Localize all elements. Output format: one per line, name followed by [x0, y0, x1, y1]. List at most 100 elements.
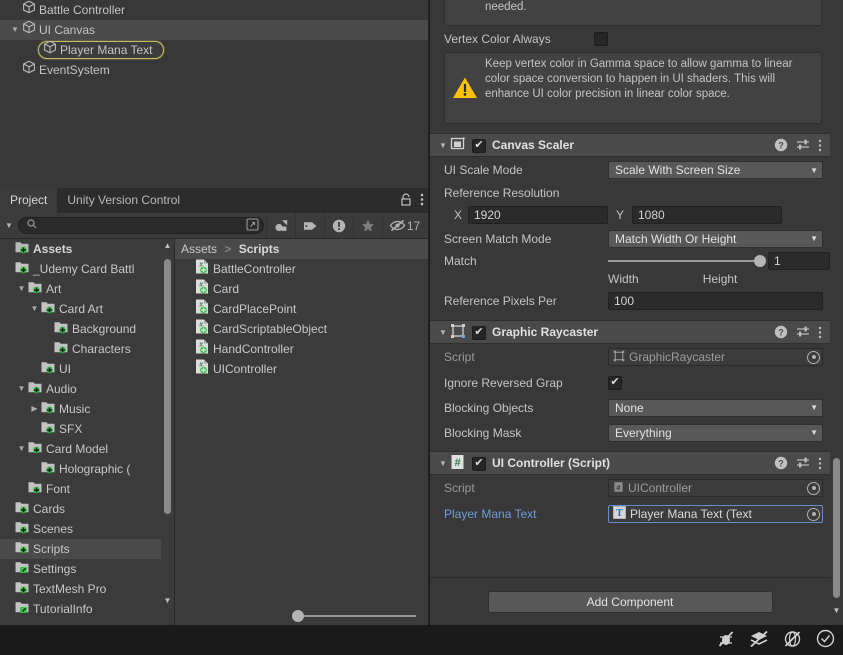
open-in-new-icon[interactable] [246, 217, 259, 234]
tree-foldout[interactable]: ▶ [28, 399, 41, 419]
ref-res-y-field[interactable]: 1080 [632, 206, 782, 224]
file-row[interactable]: # BattleController [175, 259, 428, 279]
scrollbar-thumb[interactable] [833, 458, 840, 598]
kebab-menu-icon[interactable] [818, 457, 822, 470]
tree-foldout[interactable]: ▼ [15, 379, 28, 399]
tree-row[interactable]: Assets [0, 239, 174, 259]
slider-track[interactable] [292, 610, 416, 622]
tree-row[interactable]: TextMesh Pro [0, 579, 174, 599]
hierarchy-row[interactable]: Player Mana Text [0, 40, 428, 60]
player-mana-text-field[interactable]: T Player Mana Text (Text [608, 505, 823, 523]
screen-match-mode-dropdown[interactable]: Match Width Or Height ▼ [608, 229, 823, 248]
tab-unity-version-control[interactable]: Unity Version Control [57, 188, 190, 213]
hierarchy-selected-item[interactable]: Player Mana Text [38, 40, 164, 59]
tree-row[interactable]: _Udemy Card Battl [0, 259, 174, 279]
tree-row[interactable]: Scenes [0, 519, 174, 539]
add-component-button[interactable]: Add Component [487, 590, 773, 613]
help-icon[interactable]: ? [774, 456, 788, 470]
tree-row[interactable]: ▼ Audio [0, 379, 174, 399]
checkmark-circle-icon[interactable] [816, 629, 835, 651]
hidden-items-toggle[interactable]: 17 [382, 212, 426, 239]
preset-icon[interactable] [796, 325, 810, 339]
tree-row[interactable]: Cards [0, 499, 174, 519]
raycaster-script-field[interactable]: GraphicRaycaster [608, 348, 823, 366]
file-row[interactable]: # CardPlacePoint [175, 299, 428, 319]
tree-row[interactable]: Font [0, 479, 174, 499]
search-field[interactable] [18, 217, 264, 234]
file-row[interactable]: # HandController [175, 339, 428, 359]
ref-res-x-field[interactable]: 1920 [468, 206, 608, 224]
kebab-menu-icon[interactable] [818, 326, 822, 339]
graphic-raycaster-foldout[interactable]: ▼ [436, 328, 450, 337]
ui-scale-mode-dropdown[interactable]: Scale With Screen Size ▼ [608, 161, 823, 179]
tree-scrollbar[interactable]: ▲ ▼ [161, 239, 174, 625]
tree-row[interactable]: ▼ Card Art [0, 299, 174, 319]
tree-row[interactable]: UI [0, 359, 174, 379]
player-mana-text-label[interactable]: Player Mana Text [444, 507, 608, 521]
tab-project[interactable]: Project [0, 188, 58, 213]
layers-muted-icon[interactable] [749, 630, 769, 651]
object-picker-icon[interactable] [807, 507, 820, 521]
tree-row[interactable]: Scripts [0, 539, 174, 559]
tree-row[interactable]: ▶ Music [0, 399, 174, 419]
file-row[interactable]: # Card [175, 279, 428, 299]
graphic-raycaster-enabled-checkbox[interactable]: ✔ [472, 325, 486, 340]
match-slider[interactable] [608, 254, 766, 268]
tree-row[interactable]: Holographic ( [0, 459, 174, 479]
tree-row[interactable]: Characters [0, 339, 174, 359]
ui-controller-enabled-checkbox[interactable]: ✔ [472, 456, 486, 471]
breadcrumb-root[interactable]: Assets [181, 242, 217, 256]
inspector-scrollbar[interactable]: ▼ [830, 0, 843, 625]
tree-foldout[interactable]: ▼ [15, 279, 28, 299]
file-row[interactable]: # UIController [175, 359, 428, 379]
filter-by-label-icon[interactable] [295, 212, 324, 239]
object-picker-icon[interactable] [807, 350, 820, 364]
hierarchy-row[interactable]: ▼ UI Canvas [0, 20, 428, 40]
tree-foldout[interactable]: ▼ [15, 439, 28, 459]
ignore-reversed-graphics-checkbox[interactable]: ✔ [608, 375, 622, 390]
blocking-mask-dropdown[interactable]: Everything ▼ [608, 423, 823, 442]
tree-row[interactable]: TutorialInfo [0, 599, 174, 619]
scroll-down-icon[interactable]: ▼ [830, 604, 843, 617]
hierarchy-foldout[interactable]: ▼ [8, 20, 22, 40]
hierarchy-row[interactable]: EventSystem [0, 60, 428, 80]
tree-row[interactable]: SFX [0, 419, 174, 439]
filter-by-type-icon[interactable] [266, 212, 295, 239]
collab-bug-muted-icon[interactable] [717, 630, 735, 651]
match-slider-knob[interactable] [754, 255, 766, 267]
tree-row[interactable]: Background [0, 319, 174, 339]
vertex-color-always-checkbox[interactable] [594, 32, 608, 46]
thumbnail-size-slider[interactable] [175, 607, 428, 625]
canvas-scaler-header[interactable]: ▼ ✔ Canvas Scaler ? [430, 133, 830, 157]
scroll-down-icon[interactable]: ▼ [161, 594, 174, 607]
scrollbar-thumb[interactable] [164, 259, 171, 514]
blocking-objects-dropdown[interactable]: None ▼ [608, 398, 823, 417]
slider-knob[interactable] [292, 610, 304, 622]
reference-pixels-field[interactable]: 100 [608, 292, 823, 310]
canvas-scaler-foldout[interactable]: ▼ [436, 141, 450, 150]
preset-icon[interactable] [796, 456, 810, 470]
ui-controller-header[interactable]: ▼ # ✔ UI Controller (Script) ? [430, 451, 830, 475]
search-input[interactable] [37, 219, 246, 232]
no-sound-icon[interactable] [783, 630, 802, 651]
ui-controller-foldout[interactable]: ▼ [436, 459, 450, 468]
tree-row[interactable]: ▼ Card Model [0, 439, 174, 459]
tree-foldout[interactable]: ▼ [28, 299, 41, 319]
lock-open-icon[interactable] [401, 192, 412, 209]
file-row[interactable]: # CardScriptableObject [175, 319, 428, 339]
filter-by-warning-icon[interactable] [324, 212, 353, 239]
preset-icon[interactable] [796, 138, 810, 152]
chevron-down-icon[interactable]: ▼ [2, 221, 16, 230]
scroll-up-icon[interactable]: ▲ [161, 239, 174, 252]
tree-row[interactable]: ▼ Art [0, 279, 174, 299]
kebab-menu-icon[interactable] [420, 193, 424, 209]
canvas-scaler-enabled-checkbox[interactable]: ✔ [472, 138, 486, 153]
help-icon[interactable]: ? [774, 138, 788, 152]
match-value-field[interactable]: 1 [768, 252, 830, 270]
tree-row[interactable]: Settings [0, 559, 174, 579]
object-picker-icon[interactable] [807, 481, 820, 495]
favorites-star-icon[interactable] [353, 212, 382, 239]
help-icon[interactable]: ? [774, 325, 788, 339]
graphic-raycaster-header[interactable]: ▼ ✔ Graphic Raycaster ? [430, 320, 830, 344]
kebab-menu-icon[interactable] [818, 139, 822, 152]
